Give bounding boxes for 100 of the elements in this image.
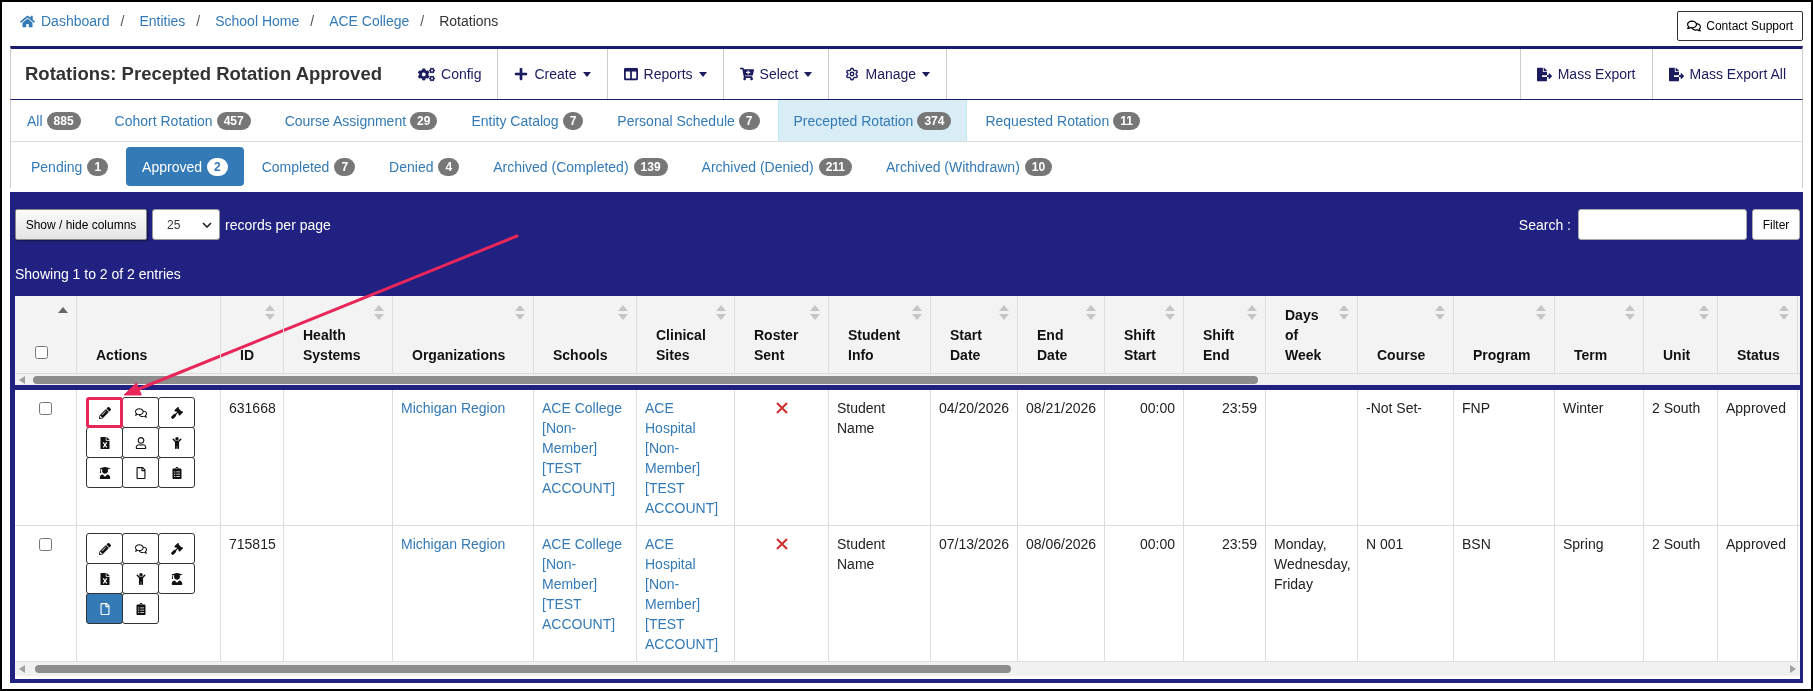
column-header[interactable]: Roster Sent: [735, 296, 829, 373]
school-link[interactable]: ACE College [Non-Member] [TEST ACCOUNT]: [542, 398, 628, 498]
chevron-down-icon: [202, 221, 212, 228]
count-badge: 10: [1024, 157, 1053, 176]
rotation-type-tab[interactable]: All 885: [11, 100, 97, 141]
status-tab[interactable]: Archived (Withdrawn) 10: [870, 147, 1069, 186]
program-text: BSN: [1462, 535, 1491, 554]
horizontal-scrollbar[interactable]: [15, 662, 1800, 676]
rotation-type-tab[interactable]: Course Assignment 29: [268, 100, 454, 141]
organization-link[interactable]: Michigan Region: [401, 534, 506, 554]
clipboard-icon: [170, 466, 183, 479]
action-button[interactable]: [86, 593, 123, 624]
action-button[interactable]: [158, 563, 195, 594]
column-header[interactable]: Days of Week: [1266, 296, 1358, 373]
column-header[interactable]: Term: [1555, 296, 1644, 373]
column-header[interactable]: Organizations: [393, 296, 534, 373]
status-tab[interactable]: Completed 7: [245, 147, 372, 186]
export-button[interactable]: Mass Export: [1519, 49, 1652, 99]
column-header[interactable]: Health Systems: [284, 296, 393, 373]
rotation-type-tab[interactable]: Precepted Rotation 374: [777, 100, 968, 141]
organization-link[interactable]: Michigan Region: [401, 398, 506, 418]
breadcrumb-link[interactable]: ACE College: [329, 11, 410, 31]
action-button[interactable]: [122, 427, 159, 458]
action-button[interactable]: [122, 563, 159, 594]
days-of-week-text: Monday, Wednesday, Friday: [1274, 535, 1349, 594]
school-link[interactable]: ACE College [Non-Member] [TEST ACCOUNT]: [542, 534, 628, 634]
rotation-type-tab[interactable]: Cohort Rotation 457: [98, 100, 267, 141]
breadcrumb-current: Rotations: [439, 12, 499, 31]
column-header[interactable]: Unit: [1644, 296, 1718, 373]
clipboard-icon: [134, 602, 147, 615]
column-header[interactable]: Clinical Sites: [637, 296, 735, 373]
action-button[interactable]: [86, 457, 123, 488]
file-export-icon: [1668, 66, 1684, 82]
action-button[interactable]: [158, 533, 195, 564]
column-header[interactable]: Course: [1358, 296, 1454, 373]
breadcrumb-link[interactable]: Entities: [139, 11, 186, 31]
export-button[interactable]: Mass Export All: [1651, 49, 1802, 99]
column-header[interactable]: End Date: [1018, 296, 1105, 373]
select-all-checkbox[interactable]: [35, 346, 48, 359]
action-button[interactable]: [122, 533, 159, 564]
contact-support-button[interactable]: Contact Support: [1677, 11, 1803, 41]
count-badge: 457: [216, 111, 251, 130]
scrollbar-thumb[interactable]: [33, 375, 1258, 384]
row-checkbox[interactable]: [39, 402, 52, 415]
course-text: N 001: [1366, 535, 1404, 554]
count-badge: 7: [738, 111, 760, 130]
action-button[interactable]: [86, 397, 123, 428]
column-header[interactable]: Start Date: [931, 296, 1018, 373]
status-tab[interactable]: Archived (Denied) 211: [685, 147, 868, 186]
column-header[interactable]: Shift End: [1184, 296, 1266, 373]
status-tab[interactable]: Denied 4: [373, 147, 476, 186]
breadcrumb-separator: /: [310, 12, 315, 31]
column-header[interactable]: Student Info: [829, 296, 931, 373]
shift-end-time: 23:59: [1221, 399, 1257, 418]
action-button[interactable]: [122, 593, 159, 624]
breadcrumb-link[interactable]: School Home: [215, 11, 300, 31]
count-badge: 7: [334, 157, 356, 176]
column-header[interactable]: Shift Start: [1105, 296, 1184, 373]
column-header[interactable]: Status: [1718, 296, 1798, 373]
search-field[interactable]: [1578, 209, 1747, 240]
gears-icon: [418, 65, 435, 83]
count-badge: 139: [633, 157, 668, 176]
toolbar-menu-button[interactable]: Select: [723, 49, 830, 99]
count-badge: 885: [46, 111, 81, 130]
page-size-select[interactable]: 25: [152, 209, 220, 240]
scrollbar-thumb[interactable]: [35, 665, 1011, 673]
rotation-type-tab[interactable]: Requested Rotation 11: [969, 100, 1156, 141]
breadcrumb-separator: /: [196, 12, 201, 31]
rotation-type-tab[interactable]: Entity Catalog 7: [455, 100, 600, 141]
pencil-icon: [98, 542, 111, 555]
start-date: 07/13/2026: [939, 535, 1009, 554]
status-tab[interactable]: Approved 2: [126, 147, 244, 186]
column-header[interactable]: ID: [221, 296, 284, 373]
toolbar-menu-button[interactable]: Create: [498, 49, 608, 99]
column-header[interactable]: Program: [1454, 296, 1555, 373]
rotation-type-tab[interactable]: Personal Schedule 7: [601, 100, 776, 141]
columns-icon: [623, 67, 638, 81]
action-button[interactable]: [86, 533, 123, 564]
clinical-site-link[interactable]: ACE Hospital [Non-Member] [TEST ACCOUNT]: [645, 398, 726, 518]
show-hide-columns-button[interactable]: Show / hide columns: [15, 209, 147, 240]
toolbar-menu-button[interactable]: Manage: [829, 49, 948, 99]
gavel-icon: [170, 406, 183, 419]
status-tab[interactable]: Archived (Completed) 139: [477, 147, 684, 186]
action-button[interactable]: [158, 397, 195, 428]
toolbar-menu-button[interactable]: Config: [402, 49, 499, 99]
clinical-site-link[interactable]: ACE Hospital [Non-Member] [TEST ACCOUNT]: [645, 534, 726, 654]
column-header[interactable]: Schools: [534, 296, 637, 373]
status-tab[interactable]: Pending 1: [15, 147, 125, 186]
column-header: Actions: [77, 296, 221, 373]
action-button[interactable]: [122, 457, 159, 488]
action-button[interactable]: [158, 427, 195, 458]
breadcrumb-link[interactable]: Dashboard: [20, 11, 110, 31]
action-button[interactable]: [86, 563, 123, 594]
graduate-icon: [170, 572, 183, 585]
toolbar-menu-button[interactable]: Reports: [607, 49, 724, 99]
horizontal-scrollbar[interactable]: [15, 374, 1800, 385]
file-x-icon: [98, 572, 111, 585]
row-checkbox[interactable]: [39, 538, 52, 551]
action-button[interactable]: [158, 457, 195, 488]
filter-button[interactable]: Filter: [1752, 209, 1800, 240]
